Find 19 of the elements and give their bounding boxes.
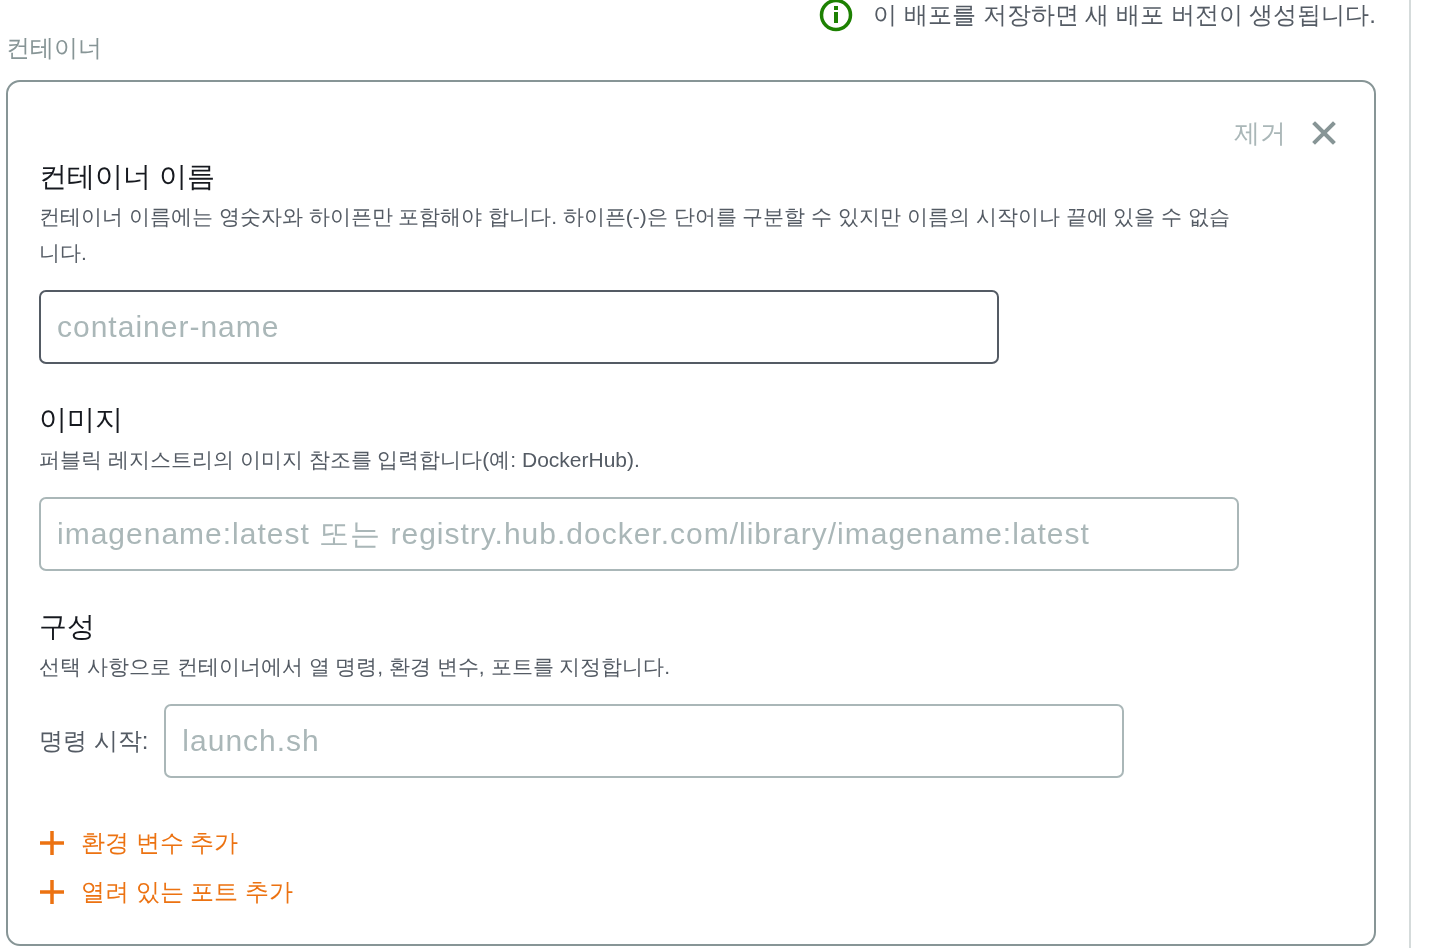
section-heading: 이미지 (39, 403, 123, 437)
plus-icon (39, 879, 65, 905)
section-description: 선택 사항으로 컨테이너에서 열 명령, 환경 변수, 포트를 지정합니다. (39, 654, 672, 680)
notice-text: 이 배포를 저장하면 새 배포 버전이 생성됩니다. (873, 0, 1376, 30)
add-link[interactable]: 환경 변수 추가 (39, 825, 239, 861)
text-input[interactable]: container-name (39, 290, 999, 364)
plus-icon (39, 830, 65, 856)
section-label: 컨테이너 (6, 33, 102, 63)
text-input[interactable]: launch.sh (164, 704, 1125, 778)
add-link[interactable]: 열려 있는 포트 추가 (39, 874, 293, 910)
section-description: 퍼블릭 레지스트리의 이미지 참조를 입력합니다(예: DockerHub). (39, 447, 641, 473)
text-input[interactable]: imagename:latest 또는 registry.hub.docker.com/library/imagename:latest (39, 497, 1239, 571)
remove-button[interactable]: 제거 (1234, 116, 1336, 150)
section-description: 컨테이너 이름에는 영숫자와 하이픈만 포함해야 합니다. 하이픈(-)은 단어를 구분할 수 있지만 이름의 시작이나 끝에 있을 수 없습니다. (39, 204, 1232, 266)
field-label: 명령 시작: (39, 726, 149, 756)
section-heading: 컨테이너 이름 (39, 160, 215, 194)
info-icon (819, 0, 854, 32)
close-icon (1312, 121, 1336, 145)
section-heading: 구성 (39, 610, 95, 644)
